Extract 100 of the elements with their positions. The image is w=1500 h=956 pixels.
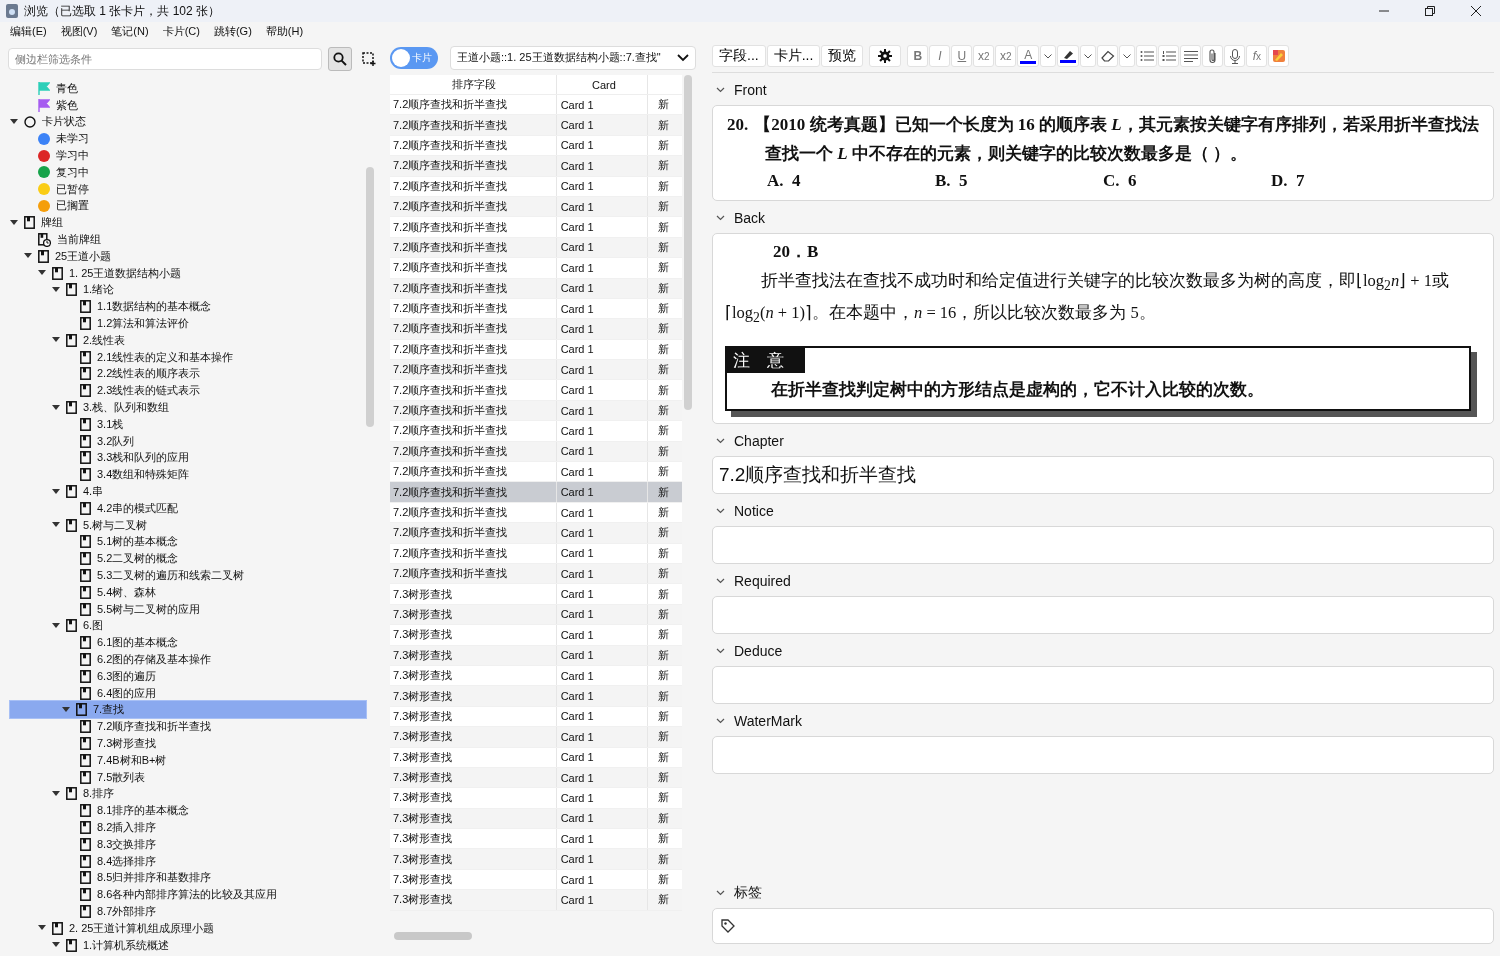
tree-item[interactable]: 1.绪论 [0, 281, 356, 299]
table-row[interactable]: 7.2顺序查找和折半查找 Card 1 新 [390, 278, 682, 299]
table-row[interactable]: 7.3树形查找 Card 1 新 [390, 665, 682, 687]
table-row[interactable]: 7.3树形查找 Card 1 新 [390, 788, 682, 809]
tree-item[interactable]: 5.4树、森林 [0, 583, 356, 601]
tree-item[interactable]: 6.3图的遍历 [0, 667, 356, 685]
table-row[interactable]: 7.3树形查找 Card 1 新 [390, 604, 682, 626]
scrollbar[interactable] [366, 167, 374, 427]
table-row[interactable]: 7.2顺序查找和折半查找 Card 1 新 [390, 319, 682, 340]
tree-item[interactable]: 8.2插入排序 [0, 819, 356, 836]
empty-field[interactable] [712, 665, 1494, 704]
tree-item[interactable]: 25王道小题 [0, 247, 356, 265]
tree-item[interactable]: 已搁置 [0, 197, 356, 215]
collapse-chevron-icon[interactable] [716, 577, 725, 584]
expand-arrow-icon[interactable] [10, 119, 18, 125]
tree-item[interactable]: 8.4选择排序 [0, 852, 356, 870]
table-row[interactable]: 7.2顺序查找和折半查找 Card 1 新 [390, 135, 682, 157]
table-row[interactable]: 7.3树形查找 Card 1 新 [390, 808, 682, 830]
tree-item[interactable]: 6.1图的基本概念 [0, 634, 356, 652]
menu-item[interactable]: 跳转(G) [213, 23, 252, 39]
menu-item[interactable]: 视图(V) [60, 23, 98, 39]
tree-item[interactable]: 3.3栈和队列的应用 [0, 449, 356, 467]
tree-item[interactable]: 2. 25王道计算机组成原理小题 [0, 919, 356, 937]
table-row[interactable]: 7.2顺序查找和折半查找 Card 1 新 [390, 237, 682, 259]
menu-item[interactable]: 笔记(N) [111, 23, 149, 39]
empty-field[interactable] [712, 595, 1494, 634]
tree-item[interactable]: 未学习 [0, 130, 356, 148]
sidebar-search-field[interactable]: 侧边栏筛选条件 [8, 48, 322, 70]
empty-field[interactable] [712, 735, 1494, 774]
expand-arrow-icon[interactable] [52, 790, 60, 797]
expand-arrow-icon[interactable] [52, 522, 60, 529]
table-row[interactable]: 7.2顺序查找和折半查找 Card 1 新 [390, 543, 682, 564]
menu-item[interactable]: 帮助(H) [265, 23, 304, 39]
tree-item[interactable]: 8.7外部排序 [0, 903, 356, 920]
tree-item[interactable]: 青色 [0, 80, 356, 97]
expand-arrow-icon[interactable] [62, 706, 70, 713]
tree-item[interactable]: 8.1排序的基本概念 [0, 802, 356, 820]
tree-item[interactable]: 8.5归并排序和基数排序 [0, 869, 356, 887]
tree-item[interactable]: 8.排序 [0, 785, 356, 803]
tag-field[interactable] [712, 908, 1494, 944]
table-row[interactable]: 7.2顺序查找和折半查找 Card 1 新 [390, 360, 682, 381]
tree-item[interactable]: 2.2线性表的顺序表示 [0, 365, 356, 383]
tree-item[interactable]: 1.计算机系统概述 [0, 936, 356, 954]
tree-item[interactable]: 3.2队列 [0, 432, 356, 450]
tree-item[interactable]: 已暂停 [0, 180, 356, 198]
table-row[interactable]: 7.2顺序查找和折半查找 Card 1 新 [390, 196, 682, 218]
tree-item[interactable]: 4.2串的模式匹配 [0, 499, 356, 517]
tree-item[interactable]: 2.线性表 [0, 331, 356, 349]
tree-item[interactable]: 复习中 [0, 164, 356, 181]
tree-item[interactable]: 7.3树形查找 [0, 735, 356, 752]
scrollbar[interactable] [394, 932, 472, 940]
restore-button[interactable] [1424, 5, 1436, 17]
tree-item[interactable]: 2.3线性表的链式表示 [0, 382, 356, 400]
expand-arrow-icon[interactable] [38, 925, 46, 932]
table-row[interactable]: 7.2顺序查找和折半查找 Card 1 新 [390, 258, 682, 279]
expand-arrow-icon[interactable] [52, 942, 60, 949]
search-dropdown[interactable]: 王道小题::1. 25王道数据结构小题::7.查找" [450, 45, 696, 70]
table-row[interactable]: 7.2顺序查找和折半查找 Card 1 新 [390, 502, 682, 524]
highlight-button[interactable] [1057, 45, 1080, 67]
format-button[interactable]: I [929, 45, 951, 67]
expand-arrow-icon[interactable] [38, 270, 46, 277]
tree-item[interactable]: 8.3交换排序 [0, 835, 356, 853]
expand-arrow-icon[interactable] [24, 253, 32, 260]
table-row[interactable]: 7.3树形查找 Card 1 新 [390, 686, 682, 707]
format-button[interactable]: B [907, 45, 929, 67]
tree-item[interactable]: 6.2图的存储及基本操作 [0, 651, 356, 668]
collapse-chevron-icon[interactable] [716, 215, 725, 221]
tree-item[interactable]: 1.1数据结构的基本概念 [0, 298, 356, 316]
expand-arrow-icon[interactable] [52, 404, 60, 411]
table-row[interactable]: 7.3树形查找 Card 1 新 [390, 727, 682, 748]
tree-item[interactable]: 牌组 [0, 214, 356, 232]
collapse-chevron-icon[interactable] [716, 437, 725, 444]
tree-item[interactable]: 8.6各种内部排序算法的比较及其应用 [0, 886, 356, 904]
tree-item[interactable]: 卡片状态 [0, 113, 356, 131]
collapse-chevron-icon[interactable] [716, 507, 725, 514]
tree-item[interactable]: 7.查找 [10, 701, 366, 719]
tree-item[interactable]: 学习中 [0, 147, 356, 164]
expand-arrow-icon[interactable] [52, 622, 60, 629]
table-row[interactable]: 7.2顺序查找和折半查找 Card 1 新 [390, 380, 682, 401]
chevron-down-icon[interactable] [677, 53, 689, 62]
eraser-button[interactable] [1097, 45, 1119, 67]
tree-item[interactable]: 5.5树与二叉树的应用 [0, 600, 356, 618]
table-row[interactable]: 7.2顺序查找和折半查找 Card 1 新 [390, 115, 682, 136]
table-row[interactable]: 7.3树形查找 Card 1 新 [390, 706, 682, 728]
table-row[interactable]: 7.2顺序查找和折半查找 Card 1 新 [390, 400, 682, 422]
underline-button[interactable]: U [951, 45, 973, 67]
tree-item[interactable]: 7.4B树和B+树 [0, 751, 356, 769]
align-button[interactable] [1180, 45, 1202, 67]
menu-item[interactable]: 卡片(C) [162, 23, 200, 39]
table-row[interactable]: 7.3树形查找 Card 1 新 [390, 849, 682, 870]
table-row[interactable]: 7.2顺序查找和折半查找 Card 1 新 [390, 95, 682, 116]
settings-button[interactable] [869, 45, 902, 67]
column-header[interactable]: 排序字段 [390, 75, 557, 94]
tree-item[interactable]: 2.1线性表的定义和基本操作 [0, 348, 356, 366]
collapse-chevron-icon[interactable] [716, 717, 725, 724]
table-row[interactable]: 7.3树形查找 Card 1 新 [390, 829, 682, 850]
collapse-chevron-icon[interactable] [716, 87, 725, 93]
table-row[interactable]: 7.2顺序查找和折半查找 Card 1 新 [390, 298, 682, 320]
tree-item[interactable]: 6.图 [0, 617, 356, 635]
table-row[interactable]: 7.2顺序查找和折半查找 Card 1 新 [390, 176, 682, 197]
